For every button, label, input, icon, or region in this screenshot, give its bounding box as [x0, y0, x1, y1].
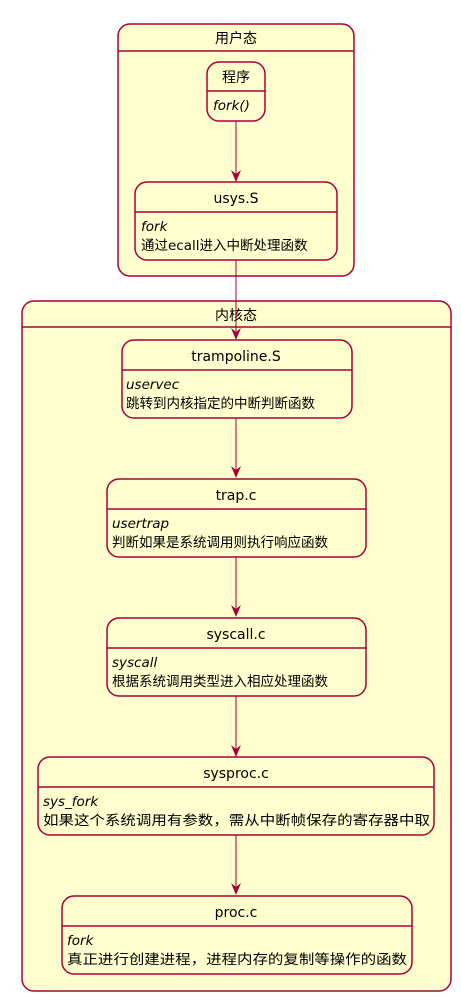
state-diagram: 用户态 内核态 程序 fork() usys.S fork 通过ecall进入中…	[21, 23, 452, 992]
node-trampoline-name: trampoline.S	[191, 349, 281, 365]
node-usys-name: usys.S	[213, 191, 258, 207]
node-sysproc: sysproc.c sys_fork 如果这个系统调用有参数，需从中断帧保存的寄…	[37, 756, 435, 836]
node-prog-name: 程序	[222, 70, 250, 86]
node-trap-name: trap.c	[216, 488, 257, 504]
node-syscall: syscall.c syscall 根据系统调用类型进入相应处理函数	[106, 617, 367, 697]
node-prog: 程序 fork()	[206, 61, 266, 122]
node-usys-method: fork	[141, 219, 169, 235]
node-sysproc-desc: 如果这个系统调用有参数，需从中断帧保存的寄存器中取	[43, 812, 431, 829]
node-sysproc-name: sysproc.c	[203, 766, 269, 782]
node-syscall-method: syscall	[112, 655, 158, 671]
node-trampoline-desc: 跳转到内核指定的中断判断函数	[126, 396, 315, 412]
node-syscall-name: syscall.c	[206, 627, 265, 643]
node-trampoline-method: uservec	[126, 377, 180, 393]
node-syscall-desc: 根据系统调用类型进入相应处理函数	[112, 673, 328, 690]
node-prog-method: fork()	[213, 98, 250, 114]
node-trap: trap.c usertrap 判断如果是系统调用则执行响应函数	[106, 478, 367, 558]
node-usys: usys.S fork 通过ecall进入中断处理函数	[134, 181, 338, 261]
node-sysproc-method: sys_fork	[43, 794, 99, 810]
node-trap-method: usertrap	[112, 516, 169, 532]
node-proc: proc.c fork 真正进行创建进程，进程内存的复制等操作的函数	[61, 895, 413, 975]
node-proc-name: proc.c	[215, 905, 258, 921]
node-trampoline: trampoline.S uservec 跳转到内核指定的中断判断函数	[121, 339, 353, 419]
node-usys-desc: 通过ecall进入中断处理函数	[141, 238, 308, 254]
node-proc-desc: 真正进行创建进程，进程内存的复制等操作的函数	[67, 951, 408, 968]
container-user-title: 用户态	[215, 30, 257, 47]
node-trap-desc: 判断如果是系统调用则执行响应函数	[112, 534, 328, 551]
node-proc-method: fork	[67, 933, 95, 949]
